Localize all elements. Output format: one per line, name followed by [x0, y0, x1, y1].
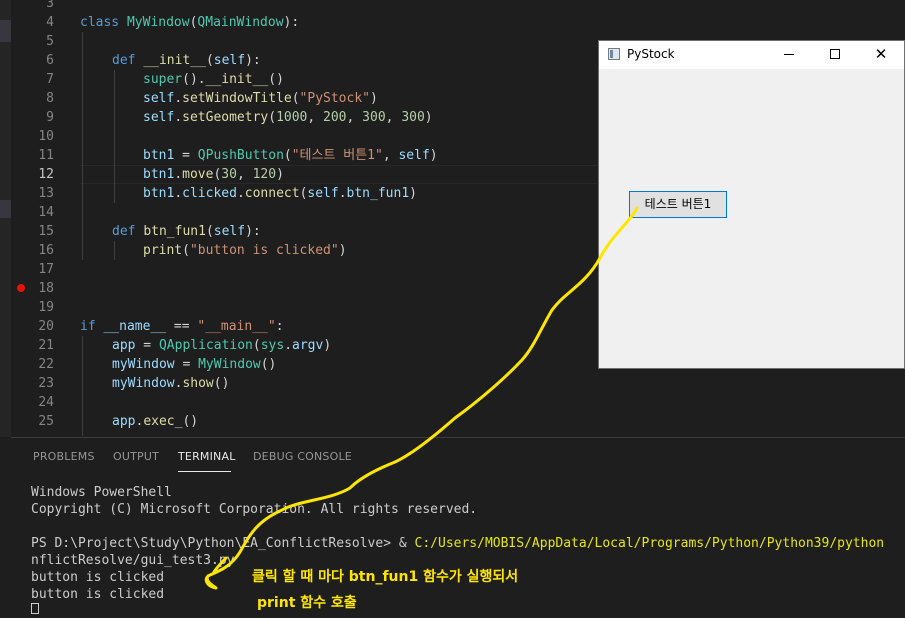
line-number: 20 [38, 319, 54, 334]
terminal-command-path: C:/Users/MOBIS/AppData/Local/Programs/Py… [414, 536, 885, 551]
code-line-4[interactable]: class MyWindow(QMainWindow): [80, 13, 299, 32]
code-line-22[interactable]: myWindow = MyWindow() [112, 355, 276, 374]
line-number: 5 [46, 34, 54, 49]
line-number: 12 [38, 167, 54, 182]
line-number: 14 [38, 205, 54, 220]
close-button[interactable]: ✕ [858, 45, 904, 73]
code-line-21[interactable]: app = QApplication(sys.argv) [112, 336, 331, 355]
line-number: 11 [38, 148, 54, 163]
tab-problems[interactable]: PROBLEMS [33, 450, 95, 463]
terminal-line: nflictResolve/gui_test3.py [31, 553, 235, 568]
code-line-7[interactable]: super().__init__() [143, 70, 284, 89]
line-number: 4 [46, 15, 54, 30]
indent-guide [82, 336, 83, 436]
line-number: 24 [38, 395, 54, 410]
line-number: 25 [38, 414, 54, 429]
line-number: 7 [46, 72, 54, 87]
line-number: 23 [38, 376, 54, 391]
activity-strip [0, 0, 11, 437]
line-number: 15 [38, 224, 54, 239]
strip-marker [0, 200, 11, 218]
strip-marker [0, 20, 11, 42]
terminal-prompt: PS D:\Project\Study\Python\EA_ConflictRe… [31, 536, 415, 551]
line-number: 22 [38, 357, 54, 372]
terminal-output-line: button is clicked [31, 570, 165, 585]
indent-guide [82, 32, 83, 260]
line-number: 6 [46, 53, 54, 68]
terminal-prompt-line: PS D:\Project\Study\Python\EA_ConflictRe… [31, 535, 884, 552]
code-line-25[interactable]: app.exec_() [112, 412, 198, 431]
line-number: 3 [46, 0, 54, 11]
annotation-text-1: 클릭 할 때 마다 btn_fun1 함수가 실행되서 [252, 569, 519, 585]
maximize-icon [830, 49, 840, 59]
line-number: 10 [38, 129, 54, 144]
close-icon: ✕ [874, 45, 888, 63]
line-number: 8 [46, 91, 54, 106]
code-line-11[interactable]: btn1 = QPushButton("테스트 버튼1", self) [143, 146, 438, 165]
indent-guide [114, 241, 115, 260]
app-window-icon [608, 48, 620, 60]
annotation-text-2: print 함수 호출 [257, 595, 357, 611]
maximize-button[interactable] [812, 41, 858, 69]
line-number: 16 [38, 243, 54, 258]
indent-guide [114, 70, 115, 203]
pystock-window[interactable]: PyStock ✕ 테스트 버튼1 [598, 40, 905, 369]
test-button-1[interactable]: 테스트 버튼1 [629, 191, 727, 218]
terminal-line: Copyright (C) Microsoft Corporation. All… [31, 502, 478, 517]
minimize-icon [784, 54, 794, 55]
line-number: 21 [38, 338, 54, 353]
code-line-9[interactable]: self.setGeometry(1000, 200, 300, 300) [143, 108, 433, 127]
line-number: 19 [38, 300, 54, 315]
code-line-8[interactable]: self.setWindowTitle("PyStock") [143, 89, 378, 108]
code-line-15[interactable]: def btn_fun1(self): [112, 222, 261, 241]
tab-output[interactable]: OUTPUT [113, 450, 159, 463]
line-number: 17 [38, 262, 54, 277]
code-line-6[interactable]: def __init__(self): [112, 51, 261, 70]
code-line-16[interactable]: print("button is clicked") [143, 241, 347, 260]
code-line-13[interactable]: btn1.clicked.connect(self.btn_fun1) [143, 184, 417, 203]
code-line-20[interactable]: if __name__ == "__main__": [80, 317, 284, 336]
active-tab-indicator [178, 471, 231, 472]
window-titlebar[interactable]: PyStock ✕ [599, 41, 904, 69]
terminal-cursor[interactable] [31, 603, 39, 614]
terminal-line: Windows PowerShell [31, 485, 172, 500]
code-line-23[interactable]: myWindow.show() [112, 374, 229, 393]
tab-debug-console[interactable]: DEBUG CONSOLE [253, 450, 352, 463]
minimize-button[interactable] [766, 41, 812, 69]
tab-terminal[interactable]: TERMINAL [178, 450, 236, 463]
breakpoint-icon[interactable] [17, 284, 25, 292]
code-line-12[interactable]: btn1.move(30, 120) [143, 165, 284, 184]
line-number: 9 [46, 110, 54, 125]
terminal-output-line: button is clicked [31, 587, 165, 602]
line-number: 13 [38, 186, 54, 201]
window-title: PyStock [627, 47, 675, 61]
